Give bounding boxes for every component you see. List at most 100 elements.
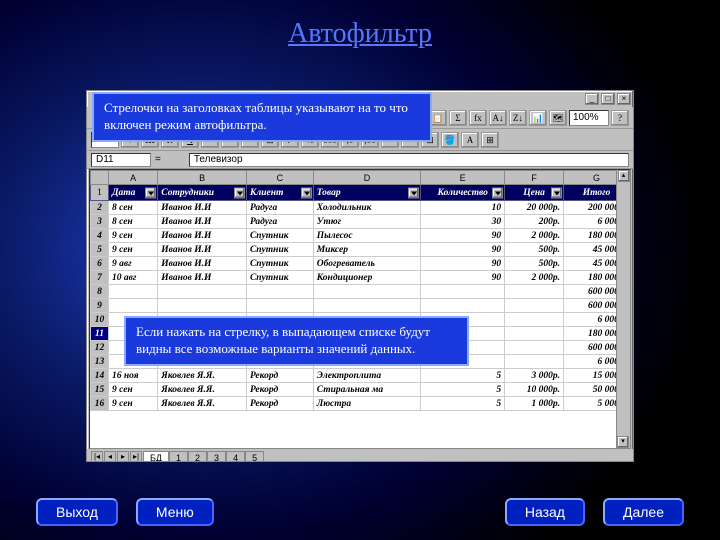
select-all-corner[interactable] [91,171,109,185]
row-header[interactable]: 1 [91,185,109,201]
cell[interactable]: Люстра [313,397,421,411]
col-header[interactable]: E [421,171,505,185]
cell[interactable]: Спутник [246,243,313,257]
row-header[interactable]: 16 [91,397,109,411]
cell[interactable]: 30 [421,215,505,229]
back-button[interactable]: Назад [505,498,585,526]
cell[interactable] [505,341,564,355]
row-header[interactable]: 6 [91,257,109,271]
cell[interactable]: 9 авг [109,257,158,271]
cell[interactable]: 500р. [505,257,564,271]
chart-icon[interactable]: 📊 [529,110,547,126]
cell[interactable]: 10 авг [109,271,158,285]
cell[interactable]: 5 [421,369,505,383]
cell[interactable]: Утюг [313,215,421,229]
cell[interactable]: 9 сен [109,383,158,397]
cell[interactable]: Спутник [246,271,313,285]
cell[interactable]: 20 000р. [505,201,564,215]
toolbar-button[interactable]: Σ [449,110,467,126]
sheet-tab-active[interactable]: БД [143,451,169,463]
cell[interactable] [158,299,247,313]
row-header[interactable]: 8 [91,285,109,299]
help-icon[interactable]: ? [611,110,629,126]
cell[interactable]: 10 [421,201,505,215]
cell[interactable]: Иванов И.И [158,257,247,271]
row-header[interactable]: 10 [91,313,109,327]
maximize-icon[interactable]: □ [601,93,615,105]
sheet-area[interactable]: A B C D E F G 1 Дата Сотрудники Клиент Т… [89,169,631,449]
cell[interactable]: Иванов И.И [158,243,247,257]
formula-input[interactable]: Телевизор [189,153,629,167]
row-header[interactable]: 11 [91,327,109,341]
cell[interactable]: 500р. [505,243,564,257]
filter-arrow-icon[interactable] [301,187,312,198]
cell[interactable]: Кондиционер [313,271,421,285]
cell[interactable]: Холодильник [313,201,421,215]
cell[interactable] [109,299,158,313]
row-header[interactable]: 5 [91,243,109,257]
cell[interactable]: Электроплита [313,369,421,383]
row-header[interactable]: 15 [91,383,109,397]
col-header[interactable]: F [505,171,564,185]
filter-arrow-icon[interactable] [492,187,503,198]
cell[interactable]: 9 сен [109,243,158,257]
cell[interactable]: 5 [421,397,505,411]
cell[interactable] [505,299,564,313]
cell[interactable]: 3 000р. [505,369,564,383]
scroll-up-icon[interactable]: ▴ [618,170,630,182]
toolbar-button[interactable]: 🗺 [549,110,567,126]
toolbar-button[interactable]: fx [469,110,487,126]
cell[interactable]: Яковлев Я.Я. [158,369,247,383]
cell[interactable] [246,285,313,299]
cell[interactable]: 2 000р. [505,229,564,243]
col-header[interactable]: D [313,171,421,185]
sheet-tab[interactable]: 1 [169,451,188,463]
row-header[interactable]: 4 [91,229,109,243]
row-header[interactable]: 12 [91,341,109,355]
row-header[interactable]: 3 [91,215,109,229]
col-header[interactable]: B [158,171,247,185]
cell[interactable]: 9 сен [109,229,158,243]
cell[interactable]: 1 000р. [505,397,564,411]
row-header[interactable]: 9 [91,299,109,313]
name-box[interactable]: D11 [91,153,151,167]
minimize-icon[interactable]: _ [585,93,599,105]
cell[interactable]: Радуга [246,215,313,229]
cell[interactable]: Яковлев Я.Я. [158,397,247,411]
font-color-icon[interactable]: A [461,132,479,148]
cell[interactable]: Яковлев Я.Я. [158,383,247,397]
toolbar-button[interactable]: A↓ [489,110,507,126]
grid-icon[interactable]: ⊞ [481,132,499,148]
fill-color-icon[interactable]: 🪣 [441,132,459,148]
cell[interactable] [246,299,313,313]
cell[interactable]: 90 [421,229,505,243]
cell[interactable]: Спутник [246,229,313,243]
cell[interactable]: Иванов И.И [158,271,247,285]
row-header[interactable]: 2 [91,201,109,215]
menu-button[interactable]: Меню [136,498,214,526]
col-header[interactable]: C [246,171,313,185]
sheet-tab[interactable]: 4 [226,451,245,463]
cell[interactable]: 90 [421,257,505,271]
cell[interactable]: 8 сен [109,201,158,215]
tab-prev-icon[interactable]: ◂ [104,451,116,462]
filter-arrow-icon[interactable] [408,187,419,198]
vertical-scrollbar[interactable]: ▴ ▾ [616,170,630,448]
cell[interactable]: 90 [421,271,505,285]
row-header[interactable]: 14 [91,369,109,383]
row-header[interactable]: 7 [91,271,109,285]
cell[interactable]: 90 [421,243,505,257]
scroll-down-icon[interactable]: ▾ [617,436,629,448]
zoom-box[interactable]: 100% [569,110,609,126]
filter-arrow-icon[interactable] [145,187,156,198]
cell[interactable]: Стиральная ма [313,383,421,397]
sheet-tab[interactable]: 2 [188,451,207,463]
exit-button[interactable]: Выход [36,498,118,526]
cell[interactable] [313,299,421,313]
toolbar-button[interactable]: Z↓ [509,110,527,126]
close-icon[interactable]: × [617,93,631,105]
cell[interactable]: Пылесос [313,229,421,243]
cell[interactable]: Радуга [246,201,313,215]
filter-arrow-icon[interactable] [551,187,562,198]
tab-last-icon[interactable]: ▸| [130,451,142,462]
